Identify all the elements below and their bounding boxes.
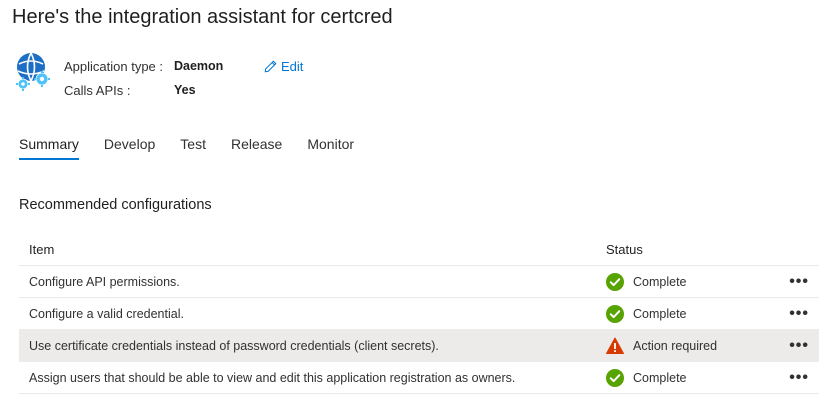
tab-develop[interactable]: Develop <box>104 136 155 160</box>
check-circle-icon <box>606 304 624 323</box>
calls-apis-row: Calls APIs : Yes <box>64 78 303 102</box>
header-status: Status <box>606 242 643 257</box>
row-status-label: Complete <box>633 370 687 385</box>
calls-apis-label: Calls APIs : <box>64 82 131 98</box>
row-item: Configure API permissions. <box>29 274 180 289</box>
edit-link[interactable]: Edit <box>264 59 303 74</box>
check-circle-icon <box>606 368 624 387</box>
row-status-label: Complete <box>633 306 687 321</box>
section-title: Recommended configurations <box>19 197 212 213</box>
daemon-app-icon <box>16 52 50 91</box>
tab-summary[interactable]: Summary <box>19 136 79 160</box>
application-type-row: Application type : Daemon Edit <box>64 54 303 78</box>
table-row[interactable]: Assign users that should be able to view… <box>19 362 819 394</box>
application-type-value: Daemon <box>174 59 224 73</box>
check-circle-icon <box>606 272 624 291</box>
tab-release[interactable]: Release <box>231 136 282 160</box>
table-row[interactable]: Use certificate credentials instead of p… <box>19 330 819 362</box>
row-status-label: Action required <box>633 338 718 353</box>
app-properties: Application type : Daemon Edit Calls API… <box>64 54 303 102</box>
tab-test[interactable]: Test <box>180 136 206 160</box>
application-type-label: Application type : <box>64 58 164 74</box>
more-options-button[interactable]: ••• <box>776 337 819 355</box>
row-item: Assign users that should be able to view… <box>29 370 516 385</box>
tab-monitor[interactable]: Monitor <box>307 136 354 160</box>
row-status: Complete <box>606 304 776 323</box>
row-status: Action required <box>606 337 776 355</box>
table-header: Item Status <box>19 234 819 266</box>
more-options-button[interactable]: ••• <box>776 305 819 323</box>
tab-bar: Summary Develop Test Release Monitor <box>19 136 379 160</box>
recommendations-table: Item Status Configure API permissions. C… <box>19 234 819 394</box>
row-item: Configure a valid credential. <box>29 306 184 321</box>
row-status: Complete <box>606 368 776 387</box>
edit-label: Edit <box>281 58 304 74</box>
row-status-label: Complete <box>633 274 687 289</box>
calls-apis-value: Yes <box>174 83 196 97</box>
row-status: Complete <box>606 272 776 291</box>
page-title: Here's the integration assistant for cer… <box>12 6 393 28</box>
row-item: Use certificate credentials instead of p… <box>29 338 439 353</box>
header-item: Item <box>29 242 55 257</box>
more-options-button[interactable]: ••• <box>776 369 819 387</box>
more-options-button[interactable]: ••• <box>776 273 819 291</box>
table-row[interactable]: Configure a valid credential. Complete •… <box>19 298 819 330</box>
pencil-icon <box>264 60 277 72</box>
table-row[interactable]: Configure API permissions. Complete ••• <box>19 266 819 298</box>
warning-icon <box>606 337 624 354</box>
